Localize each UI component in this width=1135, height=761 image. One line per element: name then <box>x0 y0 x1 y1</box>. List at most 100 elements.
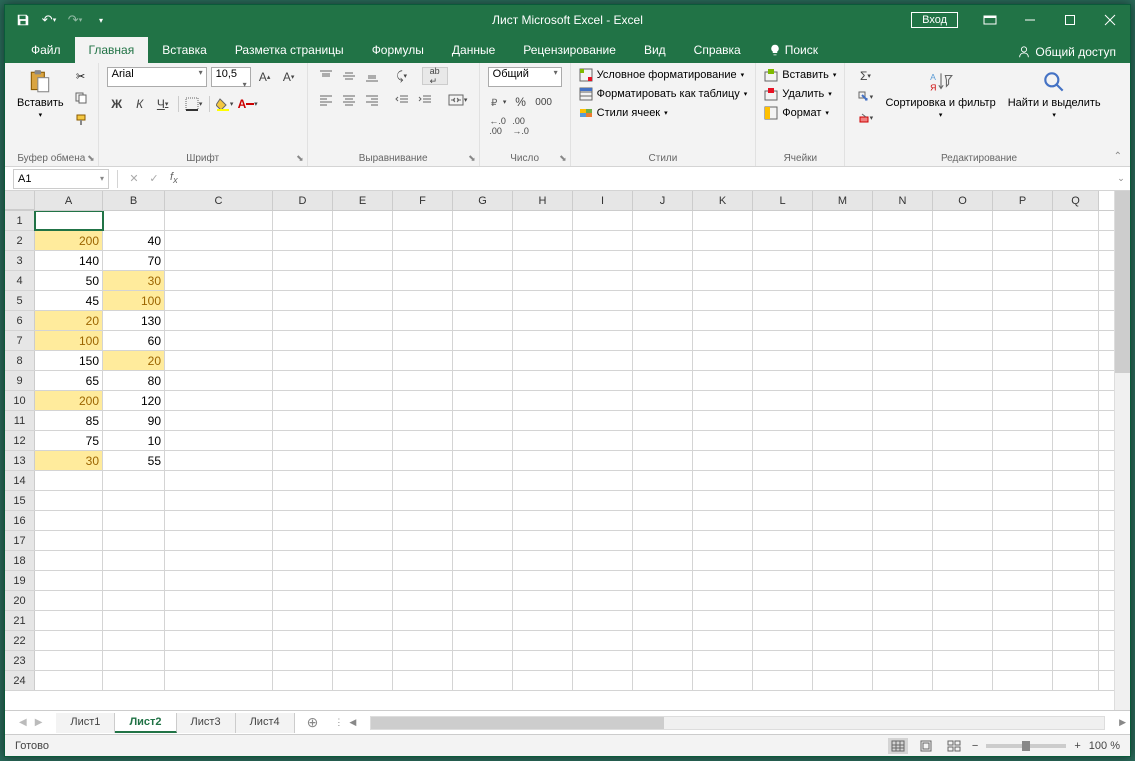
cell-Q17[interactable] <box>1053 531 1099 550</box>
cell-N3[interactable] <box>873 251 933 270</box>
cell-C24[interactable] <box>165 671 273 690</box>
cell-F3[interactable] <box>393 251 453 270</box>
col-header-Q[interactable]: Q <box>1053 191 1099 210</box>
cell-H11[interactable] <box>513 411 573 430</box>
col-header-A[interactable]: A <box>35 191 103 210</box>
tab-разметка страницы[interactable]: Разметка страницы <box>221 37 358 63</box>
cell-K9[interactable] <box>693 371 753 390</box>
cell-C11[interactable] <box>165 411 273 430</box>
row-header-6[interactable]: 6 <box>5 311 35 330</box>
cell-L11[interactable] <box>753 411 813 430</box>
tab-главная[interactable]: Главная <box>75 37 149 63</box>
cell-P8[interactable] <box>993 351 1053 370</box>
find-select-button[interactable]: Найти и выделить▾ <box>1004 67 1105 121</box>
cell-I13[interactable] <box>573 451 633 470</box>
increase-indent-icon[interactable] <box>415 91 435 109</box>
cell-E14[interactable] <box>333 471 393 490</box>
zoom-slider[interactable] <box>986 744 1066 748</box>
align-left-icon[interactable] <box>316 91 336 109</box>
cell-K17[interactable] <box>693 531 753 550</box>
cell-K3[interactable] <box>693 251 753 270</box>
cell-N7[interactable] <box>873 331 933 350</box>
cell-B10[interactable]: 120 <box>103 391 165 410</box>
cell-C23[interactable] <box>165 651 273 670</box>
cell-H22[interactable] <box>513 631 573 650</box>
font-launcher[interactable]: ⬊ <box>296 153 304 164</box>
cell-J5[interactable] <box>633 291 693 310</box>
cell-L3[interactable] <box>753 251 813 270</box>
zoom-in-button[interactable]: + <box>1074 740 1080 752</box>
cell-G4[interactable] <box>453 271 513 290</box>
col-header-F[interactable]: F <box>393 191 453 210</box>
cell-P18[interactable] <box>993 551 1053 570</box>
cell-C12[interactable] <box>165 431 273 450</box>
fx-icon[interactable]: fx <box>164 171 184 185</box>
cell-O24[interactable] <box>933 671 993 690</box>
cell-M12[interactable] <box>813 431 873 450</box>
cell-E20[interactable] <box>333 591 393 610</box>
cell-H5[interactable] <box>513 291 573 310</box>
cell-L1[interactable] <box>753 211 813 230</box>
cell-B9[interactable]: 80 <box>103 371 165 390</box>
cell-C1[interactable] <box>165 211 273 230</box>
cell-M21[interactable] <box>813 611 873 630</box>
cell-B7[interactable]: 60 <box>103 331 165 350</box>
cell-I14[interactable] <box>573 471 633 490</box>
cell-N21[interactable] <box>873 611 933 630</box>
cell-E23[interactable] <box>333 651 393 670</box>
cell-P12[interactable] <box>993 431 1053 450</box>
cell-L24[interactable] <box>753 671 813 690</box>
cell-J16[interactable] <box>633 511 693 530</box>
cell-D9[interactable] <box>273 371 333 390</box>
cell-L10[interactable] <box>753 391 813 410</box>
cell-C18[interactable] <box>165 551 273 570</box>
cell-E10[interactable] <box>333 391 393 410</box>
cell-D14[interactable] <box>273 471 333 490</box>
cell-Q20[interactable] <box>1053 591 1099 610</box>
cell-J4[interactable] <box>633 271 693 290</box>
cell-F19[interactable] <box>393 571 453 590</box>
cell-I2[interactable] <box>573 231 633 250</box>
cell-J20[interactable] <box>633 591 693 610</box>
cell-A3[interactable]: 140 <box>35 251 103 270</box>
copy-icon[interactable] <box>72 89 90 107</box>
cell-I16[interactable] <box>573 511 633 530</box>
collapse-ribbon-icon[interactable]: ⌃ <box>1114 151 1122 162</box>
format-as-table-button[interactable]: Форматировать как таблицу▾ <box>579 86 748 102</box>
cell-B15[interactable] <box>103 491 165 510</box>
clear-icon[interactable]: ▾ <box>853 109 877 127</box>
italic-button[interactable]: К <box>130 95 150 113</box>
cell-C21[interactable] <box>165 611 273 630</box>
cell-F8[interactable] <box>393 351 453 370</box>
cell-A4[interactable]: 50 <box>35 271 103 290</box>
cell-D16[interactable] <box>273 511 333 530</box>
fill-color-icon[interactable]: ▾ <box>215 95 235 113</box>
cell-L2[interactable] <box>753 231 813 250</box>
cell-A1[interactable] <box>35 211 103 230</box>
cell-A19[interactable] <box>35 571 103 590</box>
cell-M4[interactable] <box>813 271 873 290</box>
cell-E7[interactable] <box>333 331 393 350</box>
cell-A17[interactable] <box>35 531 103 550</box>
row-header-22[interactable]: 22 <box>5 631 35 650</box>
cell-P7[interactable] <box>993 331 1053 350</box>
cell-N9[interactable] <box>873 371 933 390</box>
cell-E8[interactable] <box>333 351 393 370</box>
cell-E21[interactable] <box>333 611 393 630</box>
cell-F5[interactable] <box>393 291 453 310</box>
cell-O23[interactable] <box>933 651 993 670</box>
cell-E1[interactable] <box>333 211 393 230</box>
cell-I18[interactable] <box>573 551 633 570</box>
cell-P10[interactable] <box>993 391 1053 410</box>
cell-O22[interactable] <box>933 631 993 650</box>
cell-J1[interactable] <box>633 211 693 230</box>
cell-I15[interactable] <box>573 491 633 510</box>
cell-P2[interactable] <box>993 231 1053 250</box>
cell-A18[interactable] <box>35 551 103 570</box>
cell-G18[interactable] <box>453 551 513 570</box>
cell-C15[interactable] <box>165 491 273 510</box>
increase-decimal-icon[interactable]: ←.0.00 <box>488 117 508 135</box>
cell-K23[interactable] <box>693 651 753 670</box>
cell-G1[interactable] <box>453 211 513 230</box>
cell-P22[interactable] <box>993 631 1053 650</box>
